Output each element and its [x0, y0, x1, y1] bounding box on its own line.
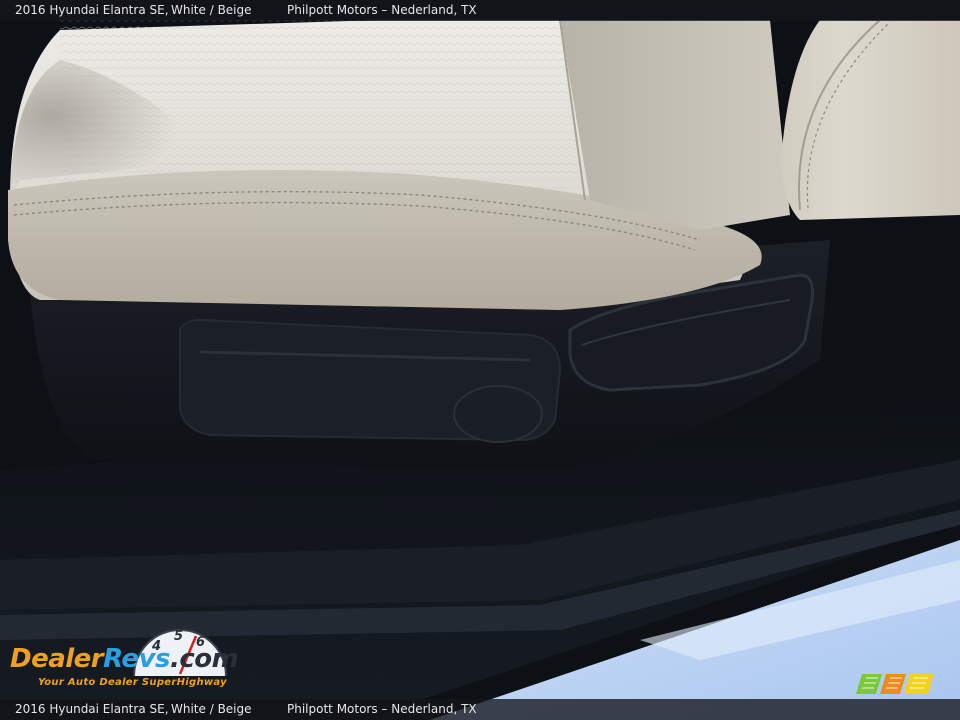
caption-bar-top: 2016 Hyundai Elantra SE, White / Beige P… — [0, 0, 960, 21]
dealer-caption: Philpott Motors – Nederland, TX — [287, 3, 477, 17]
color-caption: White / Beige — [171, 3, 252, 17]
logo-wordmark: DealerRevs.com — [10, 644, 239, 674]
logo-tagline: Your Auto Dealer SuperHighway — [38, 677, 227, 688]
color-caption-bottom: White / Beige — [171, 702, 252, 716]
dealer-brand-stripes-icon — [856, 674, 934, 694]
vehicle-caption: 2016 Hyundai Elantra SE, — [15, 3, 169, 17]
caption-bar-bottom: 2016 Hyundai Elantra SE, White / Beige P… — [0, 699, 960, 720]
dealer-caption-bottom: Philpott Motors – Nederland, TX — [287, 702, 477, 716]
dial-number-5: 5 — [174, 629, 183, 644]
car-seat-photo — [0, 0, 960, 720]
logo-word-revs: Revs — [103, 644, 170, 674]
vehicle-caption-bottom: 2016 Hyundai Elantra SE, — [15, 702, 169, 716]
logo-word-com: .com — [169, 644, 239, 674]
photo-frame: 2016 Hyundai Elantra SE, White / Beige P… — [0, 0, 960, 720]
logo-word-dealer: Dealer — [10, 644, 104, 674]
dealerrevs-logo: 4 5 6 DealerRevs.com Your Auto Dealer Su… — [10, 622, 270, 696]
